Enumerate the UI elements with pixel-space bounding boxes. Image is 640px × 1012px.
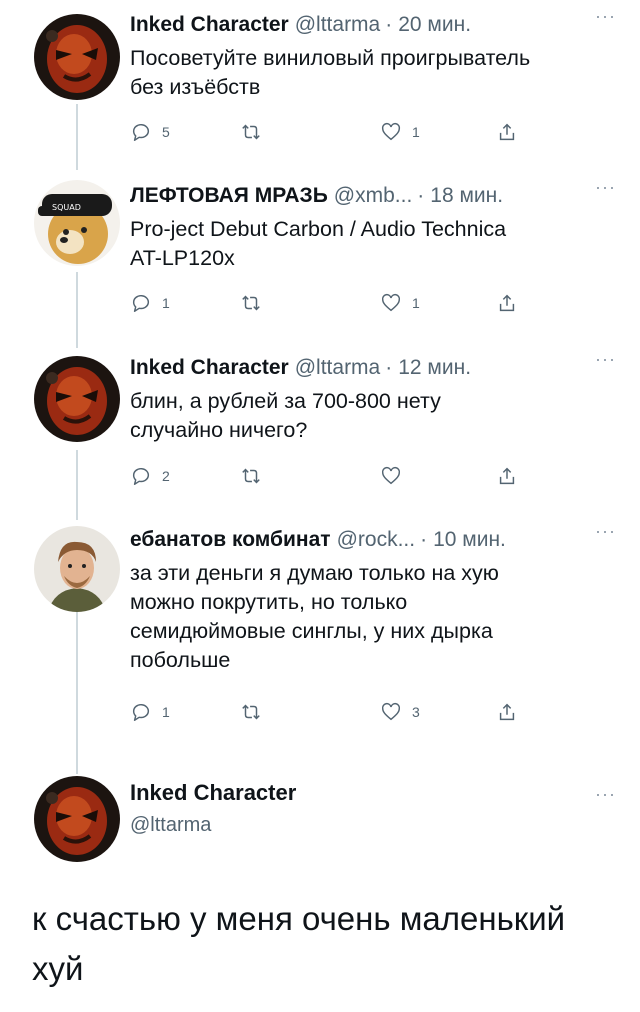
doge-avatar[interactable]: SQUAD [34, 180, 120, 266]
like-button[interactable]: 3 [380, 701, 420, 723]
reply-icon [132, 703, 150, 721]
author-handle[interactable]: @lttarma [295, 355, 381, 381]
share-icon [499, 123, 515, 141]
heart-icon [381, 466, 401, 485]
tweet-text-line: Посоветуйте виниловый проигрыватель [130, 46, 531, 70]
tweet-text-line: к счастью у меня очень маленький [32, 900, 566, 937]
reply-icon [132, 123, 150, 141]
author-handle[interactable]: @rock... [337, 527, 416, 553]
tweet-header: ебанатов комбинат @rock... · 10 мин. [130, 527, 620, 553]
tweet-header: ЛЕФТОВАЯ МРАЗЬ @xmb... · 18 мин. [130, 183, 620, 209]
reply-count: 1 [162, 704, 170, 720]
author-name[interactable]: ебанатов комбинат [130, 527, 331, 553]
author-name[interactable]: Inked Character [130, 780, 620, 806]
svg-text:SQUAD: SQUAD [52, 203, 81, 212]
tweet-actions: 5 1 [130, 118, 530, 146]
tweet-header: Inked Character @lttarma · 12 мин. [130, 355, 620, 381]
red-mask-avatar[interactable] [34, 14, 120, 100]
thread-line [76, 272, 78, 348]
timestamp[interactable]: 10 мин. [433, 527, 506, 553]
like-count: 1 [412, 124, 420, 140]
tweet-text-line: Pro-ject Debut Carbon / Audio Technica [130, 217, 507, 241]
reply-count: 5 [162, 124, 170, 140]
separator-dot: · [420, 528, 428, 551]
tweet-text-line: можно покрутить, но только [130, 590, 408, 614]
tweet-text-line: без изъёбств [130, 75, 261, 99]
retweet-button[interactable] [240, 701, 262, 723]
tweet-actions: 2 [130, 462, 530, 490]
more-options-icon[interactable]: ··· [595, 521, 616, 542]
reply-button[interactable]: 2 [130, 465, 170, 487]
heart-icon [381, 122, 401, 141]
share-icon [499, 294, 515, 312]
author-handle[interactable]: @lttarma [130, 814, 620, 837]
tweet-actions: 1 1 [130, 289, 530, 317]
heart-icon [381, 293, 401, 312]
author-handle[interactable]: @lttarma [295, 12, 381, 38]
author-name[interactable]: Inked Character [130, 12, 289, 38]
retweet-button[interactable] [240, 121, 262, 143]
retweet-icon [242, 468, 260, 484]
tweet-text-line: семидюймовые синглы, у них дырка [130, 619, 493, 643]
separator-dot: · [385, 356, 393, 379]
tweet-text: Посоветуйте виниловый проигрыватель без … [130, 44, 620, 102]
timestamp[interactable]: 18 мин. [430, 183, 503, 209]
share-button[interactable] [496, 292, 518, 314]
red-mask-avatar[interactable] [34, 776, 120, 862]
tweet-text-line: побольше [130, 648, 231, 672]
like-button[interactable]: 1 [380, 292, 420, 314]
author-name[interactable]: ЛЕФТОВАЯ МРАЗЬ [130, 183, 328, 209]
tweet-text: к счастью у меня очень маленький хуй [32, 894, 612, 994]
author-handle[interactable]: @xmb... [334, 183, 413, 209]
share-icon [499, 467, 515, 485]
more-options-icon[interactable]: ··· [595, 349, 616, 370]
share-button[interactable] [496, 701, 518, 723]
thread-line [76, 612, 78, 774]
reply-icon [132, 467, 150, 485]
tweet-text-line: случайно ничего? [130, 418, 308, 442]
retweet-icon [242, 124, 260, 140]
separator-dot: · [385, 13, 393, 36]
tweet-actions: 1 3 [130, 698, 530, 726]
author-name[interactable]: Inked Character [130, 355, 289, 381]
red-mask-avatar[interactable] [34, 356, 120, 442]
more-options-icon[interactable]: ··· [595, 177, 616, 198]
timestamp[interactable]: 20 мин. [398, 12, 471, 38]
retweet-button[interactable] [240, 465, 262, 487]
share-icon [499, 703, 515, 721]
thread-line [76, 450, 78, 520]
tweet-text-line: хуй [32, 950, 84, 987]
person-photo-avatar[interactable] [34, 526, 120, 612]
reply-count: 2 [162, 468, 170, 484]
more-options-icon[interactable]: ··· [595, 6, 616, 27]
retweet-icon [242, 704, 260, 720]
reply-icon [132, 294, 150, 312]
tweet-text-line: AT-LP120x [130, 246, 235, 270]
share-button[interactable] [496, 121, 518, 143]
reply-button[interactable]: 1 [130, 701, 170, 723]
reply-button[interactable]: 5 [130, 121, 170, 143]
share-button[interactable] [496, 465, 518, 487]
retweet-icon [242, 295, 260, 311]
like-count: 1 [412, 295, 420, 311]
tweet-text-line: за эти деньги я думаю только на хую [130, 561, 499, 585]
separator-dot: · [417, 184, 425, 207]
reply-count: 1 [162, 295, 170, 311]
thread-line [76, 104, 78, 170]
timestamp[interactable]: 12 мин. [398, 355, 471, 381]
tweet-text: блин, а рублей за 700-800 нету случайно … [130, 387, 620, 445]
tweet-text: Pro-ject Debut Carbon / Audio Technica A… [130, 215, 620, 273]
retweet-button[interactable] [240, 292, 262, 314]
more-options-icon[interactable]: ··· [595, 784, 616, 805]
like-count: 3 [412, 704, 420, 720]
like-button[interactable] [380, 465, 402, 487]
tweet-text-line: блин, а рублей за 700-800 нету [130, 389, 441, 413]
heart-icon [381, 702, 401, 721]
like-button[interactable]: 1 [380, 121, 420, 143]
tweet-header: Inked Character @lttarma · 20 мин. [130, 12, 620, 38]
reply-button[interactable]: 1 [130, 292, 170, 314]
tweet-text: за эти деньги я думаю только на хую можн… [130, 559, 620, 675]
